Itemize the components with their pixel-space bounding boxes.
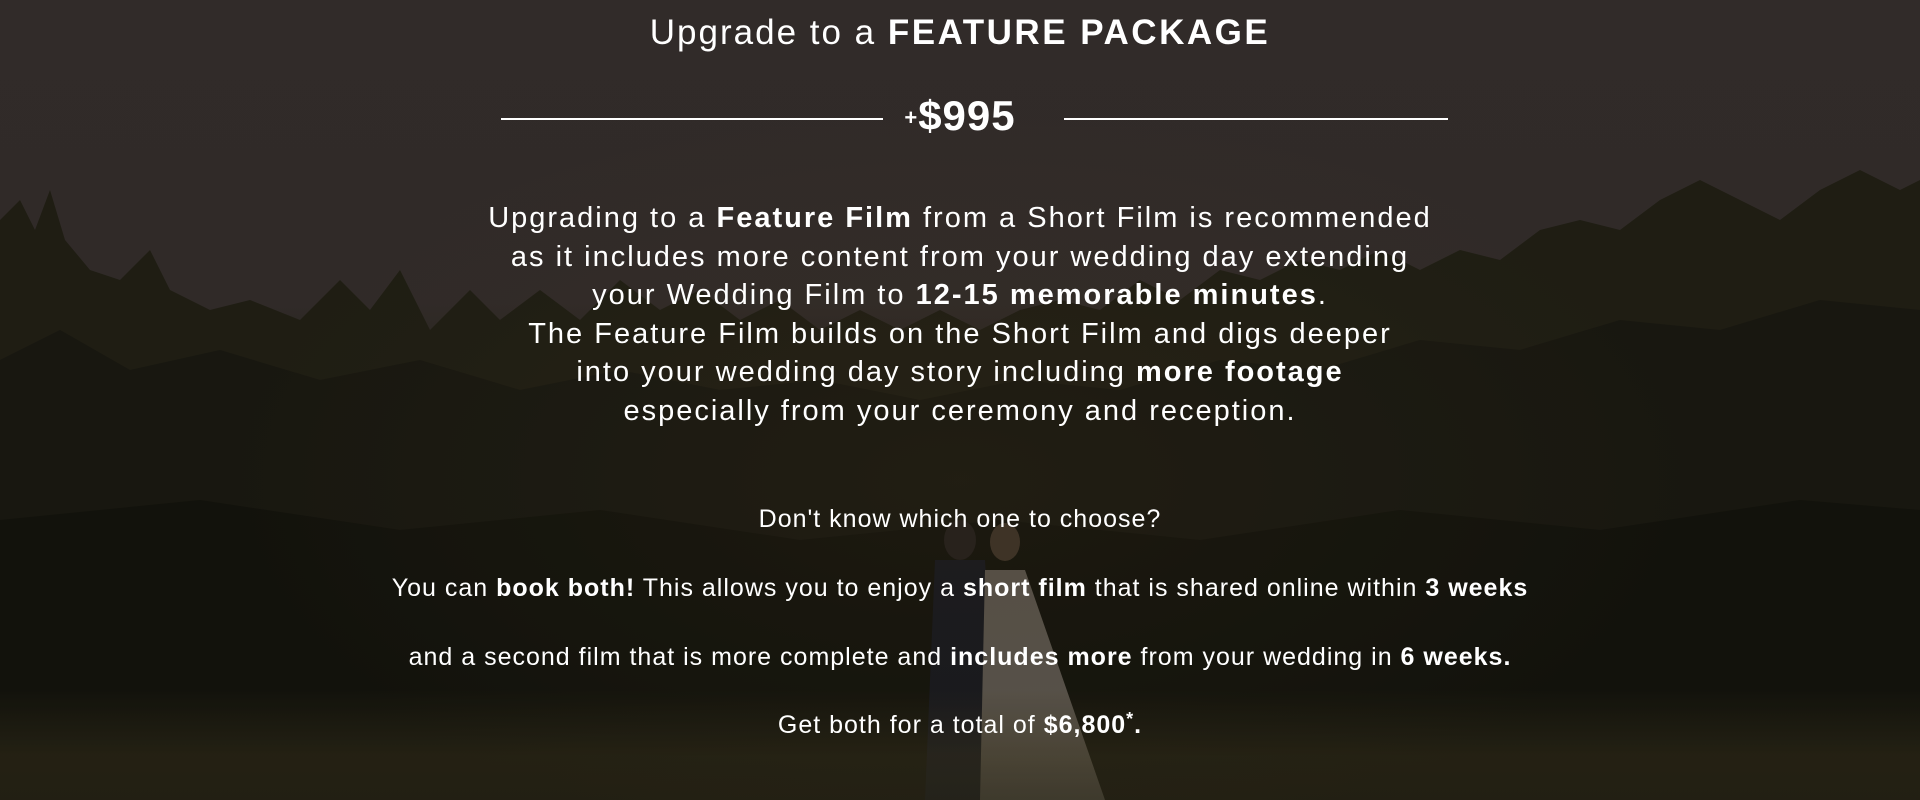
second-film-line: and a second film that is more complete … [408,643,1512,671]
total-price: $6,800 [1043,711,1127,739]
section-title: Upgrade to a FEATURE PACKAGE [649,13,1271,52]
description-line: The Feature Film builds on the Short Fil… [528,317,1392,350]
book-both-line: You can book both! This allows you to en… [391,574,1529,602]
price: +$995 [0,90,1920,142]
total-price-line: Get both for a total of $6,800*. [777,709,1143,739]
upgrade-section: Upgrade to a FEATURE PACKAGE +$995 Upgra… [0,0,1920,800]
choice-question: Don't know which one to choose? [758,505,1162,533]
footnote-asterisk: * [1126,709,1135,729]
feature-description: Upgrading to a Feature Film from a Short… [360,199,1560,431]
price-prefix: + [904,105,919,130]
description-line: your Wedding Film to 12-15 memorable min… [592,279,1328,312]
price-row: +$995 [0,88,1920,148]
price-amount: $995 [918,92,1016,139]
description-line: into your wedding day story including mo… [576,356,1344,389]
description-line: Upgrading to a Feature Film from a Short… [488,202,1432,234]
description-line: as it includes more content from your we… [510,240,1410,273]
description-line: especially from your ceremony and recept… [623,394,1297,427]
title-emphasis: FEATURE PACKAGE [887,13,1271,52]
